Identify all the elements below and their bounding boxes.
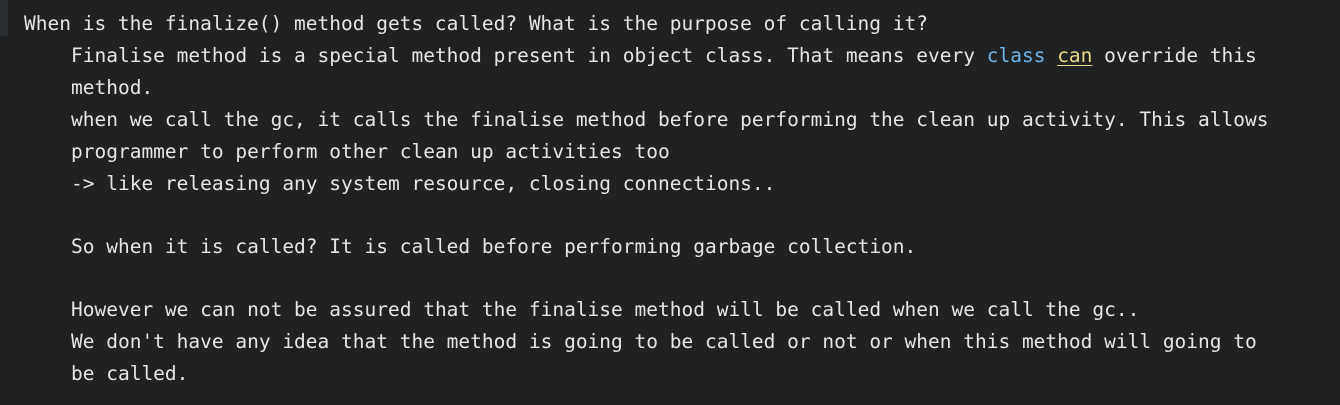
current-line-gutter [0,0,8,36]
text-line-4: programmer to perform other clean up act… [71,140,670,163]
text-segment [1045,44,1057,67]
text-line-1: Finalise method is a special method pres… [71,40,1257,72]
highlighted-word-can: can [1057,44,1093,67]
text-line-10: We don't have any idea that the method i… [71,330,1257,353]
text-editor[interactable]: When is the finalize() method gets calle… [0,0,1340,405]
text-line-9: However we can not be assured that the f… [71,298,1140,321]
text-line-3: when we call the gc, it calls the finali… [71,108,1269,131]
text-line-7: So when it is called? It is called befor… [71,235,917,258]
text-line-2: method. [71,76,154,99]
text-segment: Finalise method is a special method pres… [71,44,987,67]
keyword-class: class [986,44,1046,67]
text-segment: override this [1092,44,1257,67]
text-line-11: be called. [71,362,189,385]
question-line: When is the finalize() method gets calle… [24,12,928,35]
text-line-5: -> like releasing any system resource, c… [71,172,776,195]
